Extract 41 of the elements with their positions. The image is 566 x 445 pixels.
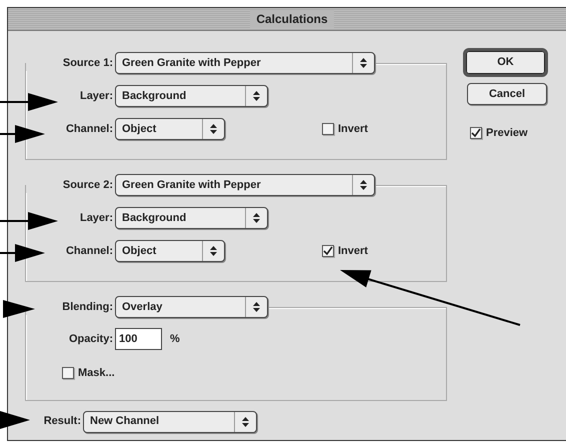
opacity-field[interactable]: 100 — [115, 328, 162, 350]
popup-menu[interactable]: Green Granite with Pepper — [115, 52, 375, 74]
checkbox[interactable] — [322, 123, 334, 135]
annotation-arrow — [0, 244, 45, 262]
dialog-button[interactable]: Cancel — [467, 83, 547, 105]
checkbox-label[interactable]: Invert — [338, 120, 368, 138]
checkbox-label[interactable]: Invert — [338, 242, 368, 260]
field-label: Layer: — [78, 210, 114, 226]
field-label: Result: — [42, 414, 82, 430]
field-label: Channel: — [64, 122, 114, 137]
up-down-arrows-icon — [242, 416, 249, 426]
up-down-arrows-icon — [253, 302, 260, 312]
annotation-arrow — [0, 125, 45, 143]
annotation-arrow — [3, 300, 35, 318]
up-down-arrows-icon — [210, 124, 217, 134]
up-down-arrows-icon — [210, 246, 217, 256]
annotation-arrow — [0, 411, 30, 429]
field-label: Channel: — [64, 244, 114, 259]
popup-menu[interactable]: Object — [115, 240, 225, 262]
annotation-arrow — [0, 212, 58, 230]
checkbox[interactable] — [62, 367, 74, 380]
checkbox-label[interactable]: Mask... — [78, 365, 115, 382]
up-down-arrows-icon — [360, 58, 367, 68]
checkbox[interactable] — [470, 127, 482, 140]
up-down-arrows-icon — [253, 213, 260, 223]
popup-menu[interactable]: Object — [115, 118, 225, 140]
up-down-arrows-icon — [360, 180, 367, 190]
annotation-arrow — [0, 93, 58, 111]
popup-menu[interactable]: New Channel — [83, 410, 257, 432]
window-title: Calculations — [250, 10, 334, 28]
field-label: Layer: — [78, 88, 114, 104]
checkbox-label[interactable]: Preview — [486, 125, 528, 142]
field-label: Opacity: — [68, 332, 114, 347]
unit-label: % — [170, 332, 180, 347]
popup-menu[interactable]: Overlay — [115, 296, 268, 318]
up-down-arrows-icon — [253, 91, 260, 101]
checkbox[interactable] — [322, 245, 334, 257]
dialog-button[interactable]: OK — [463, 48, 548, 77]
popup-menu[interactable]: Background — [115, 207, 268, 229]
popup-menu[interactable]: Background — [115, 85, 268, 107]
popup-menu[interactable]: Green Granite with Pepper — [115, 174, 375, 196]
